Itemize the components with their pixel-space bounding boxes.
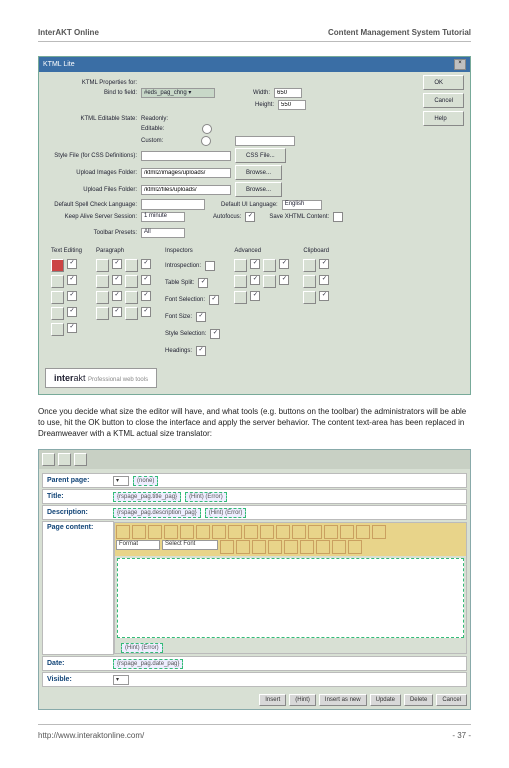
editable-label: KTML Editable State: — [45, 116, 137, 122]
content-textarea[interactable] — [117, 558, 464, 638]
ok-button[interactable]: OK — [423, 75, 464, 90]
style-label: Style File (for CSS Definitions): — [45, 153, 137, 159]
save-label: Save XHTML Content: — [269, 214, 329, 220]
insert-button[interactable]: Insert — [259, 694, 286, 706]
readonly-radio[interactable] — [202, 124, 212, 134]
height-label: Height: — [255, 102, 274, 108]
upfile-input[interactable] — [141, 185, 231, 195]
update-button[interactable]: Update — [370, 694, 401, 706]
ftr-right: - 37 - — [452, 731, 471, 740]
editor-icon[interactable] — [116, 525, 130, 539]
insertnew-button[interactable]: Insert as new — [319, 694, 367, 706]
cssfile-button[interactable]: CSS File... — [235, 148, 286, 163]
hint-button[interactable]: (Hint) — [289, 694, 316, 706]
date-label: Date: — [43, 660, 113, 667]
autofocus-label: Autofocus: — [213, 214, 241, 220]
upimg-input[interactable] — [141, 168, 231, 178]
desc-label: Description: — [43, 509, 113, 516]
dlg-title: KTML Lite — [43, 61, 75, 68]
editable-radio[interactable] — [201, 136, 211, 146]
toolbar-select[interactable]: All — [141, 228, 185, 238]
form-screenshot: Parent page:▾(none) Title:{rspage_pag.ti… — [38, 449, 471, 710]
uilang-label: Default UI Language: — [221, 202, 278, 208]
keepalive-label: Keep Alive Server Session: — [45, 214, 137, 220]
keepalive-select[interactable]: 1 minute — [141, 212, 185, 222]
height-input[interactable] — [278, 100, 306, 110]
delete-button[interactable]: Delete — [404, 694, 433, 706]
autofocus-check[interactable]: ✓ — [245, 212, 255, 222]
ftr-left: http://www.interaktonline.com/ — [38, 731, 144, 740]
hdr-left: InterAKT Online — [38, 28, 99, 37]
browse1-button[interactable]: Browse... — [235, 165, 282, 180]
uilang-select[interactable]: English — [282, 200, 322, 210]
toolbar-label: Toolbar Presets: — [45, 230, 137, 236]
close-icon[interactable]: × — [454, 59, 466, 70]
bind-select[interactable]: #eds_pag_chng ▾ — [141, 88, 215, 98]
custom-select[interactable] — [235, 136, 295, 146]
content-label: Page content: — [42, 521, 114, 655]
spell-label: Default Spell Check Language: — [45, 202, 137, 208]
title-label: Title: — [43, 493, 113, 500]
visible-label: Visible: — [43, 676, 113, 683]
width-input[interactable] — [274, 88, 302, 98]
upfile-label: Upload Files Folder: — [45, 187, 137, 193]
cancel-button[interactable]: Cancel — [423, 93, 464, 108]
ktml-dialog: KTML Lite × OK Cancel Help KTML Propertie… — [38, 56, 471, 395]
format-select[interactable]: Format — [116, 540, 160, 550]
bind-label: Bind to field: — [45, 90, 137, 96]
style-input[interactable] — [141, 151, 231, 161]
text-icon[interactable] — [51, 259, 64, 272]
width-label: Width: — [253, 90, 270, 96]
cancel2-button[interactable]: Cancel — [436, 694, 467, 706]
parent-label: Parent page: — [43, 477, 113, 484]
font-select[interactable]: Select Font — [162, 540, 218, 550]
save-check[interactable] — [333, 212, 343, 222]
hdr-right: Content Management System Tutorial — [328, 28, 471, 37]
browse2-button[interactable]: Browse... — [235, 182, 282, 197]
props-label: KTML Properties for: — [45, 80, 137, 86]
spell-select[interactable] — [141, 199, 205, 210]
help-button[interactable]: Help — [423, 111, 464, 126]
interakt-logo: interakt Professional web tools — [45, 368, 157, 388]
upimg-label: Upload Images Folder: — [45, 170, 137, 176]
body-paragraph: Once you decide what size the editor wil… — [38, 407, 471, 439]
